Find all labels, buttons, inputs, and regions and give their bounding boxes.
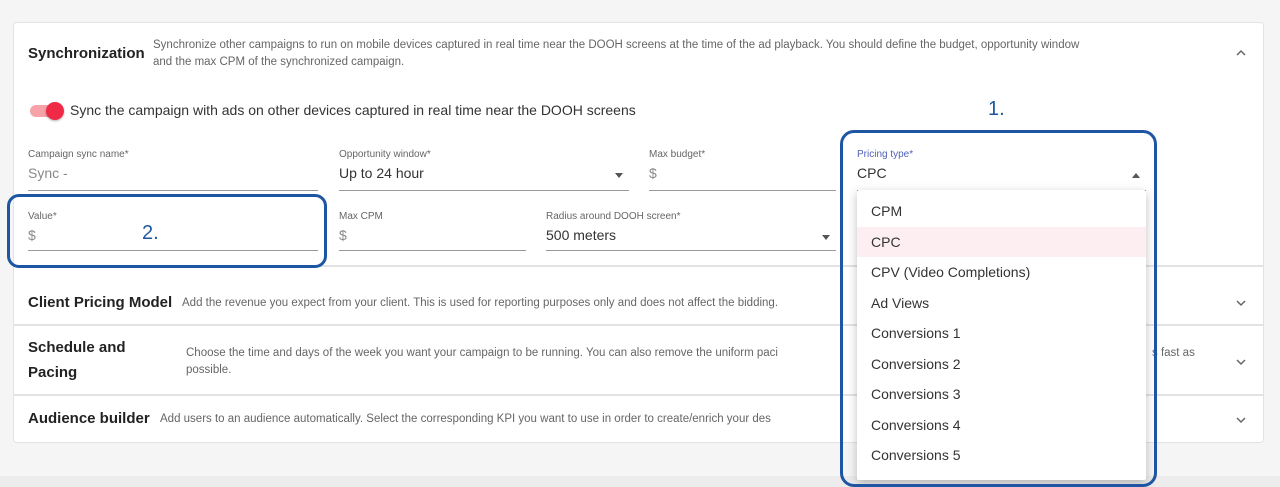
callout-number-1: 1. [988, 98, 1005, 120]
chevron-down-icon[interactable] [1235, 414, 1247, 426]
callout-number-2: 2. [142, 222, 159, 244]
client-pricing-description: Add the revenue you expect from your cli… [182, 297, 779, 309]
sync-toggle-label: Sync the campaign with ads on other devi… [70, 102, 636, 118]
max-cpm-input[interactable]: $ [339, 227, 347, 243]
synchronization-title: Synchronization [28, 45, 145, 62]
field-label: Campaign sync name* [28, 149, 129, 160]
schedule-description-line1: Choose the time and days of the week you… [186, 347, 778, 359]
audience-description: Add users to an audience automatically. … [160, 413, 771, 425]
campaign-sync-name-input[interactable]: Sync - [28, 165, 68, 181]
schedule-description-line1-end: s fast as [1152, 347, 1195, 359]
schedule-description-line2: possible. [186, 364, 232, 376]
field-label: Max CPM [339, 211, 383, 222]
max-cpm-field[interactable]: Max CPM $ [339, 211, 526, 251]
callout-box-2 [7, 194, 327, 268]
schedule-title-line1: Schedule and [28, 339, 126, 356]
field-label: Max budget* [649, 149, 706, 160]
chevron-up-icon[interactable] [1235, 47, 1247, 59]
opportunity-window-select[interactable]: Opportunity window* Up to 24 hour [339, 149, 629, 191]
sync-toggle[interactable] [30, 102, 64, 120]
client-pricing-title: Client Pricing Model [28, 294, 173, 311]
max-budget-field[interactable]: Max budget* $ [649, 149, 836, 191]
synchronization-description-line2: and the max CPM of the synchronized camp… [153, 56, 405, 68]
toggle-thumb [46, 102, 64, 120]
campaign-sync-name-field[interactable]: Campaign sync name* Sync - [28, 149, 318, 191]
callout-box-1 [840, 130, 1157, 487]
field-label: Opportunity window* [339, 149, 431, 160]
field-label: Radius around DOOH screen* [546, 211, 681, 222]
opportunity-window-value: Up to 24 hour [339, 165, 424, 181]
max-budget-input[interactable]: $ [649, 165, 657, 181]
radius-value: 500 meters [546, 227, 617, 243]
chevron-down-icon[interactable] [1235, 297, 1247, 309]
audience-title: Audience builder [28, 410, 150, 427]
caret-down-icon [615, 173, 623, 178]
chevron-down-icon[interactable] [1235, 356, 1247, 368]
radius-select[interactable]: Radius around DOOH screen* 500 meters [546, 211, 836, 251]
schedule-title-line2: Pacing [28, 364, 78, 381]
synchronization-description-line1: Synchronize other campaigns to run on mo… [153, 39, 1080, 51]
caret-down-icon [822, 235, 830, 240]
